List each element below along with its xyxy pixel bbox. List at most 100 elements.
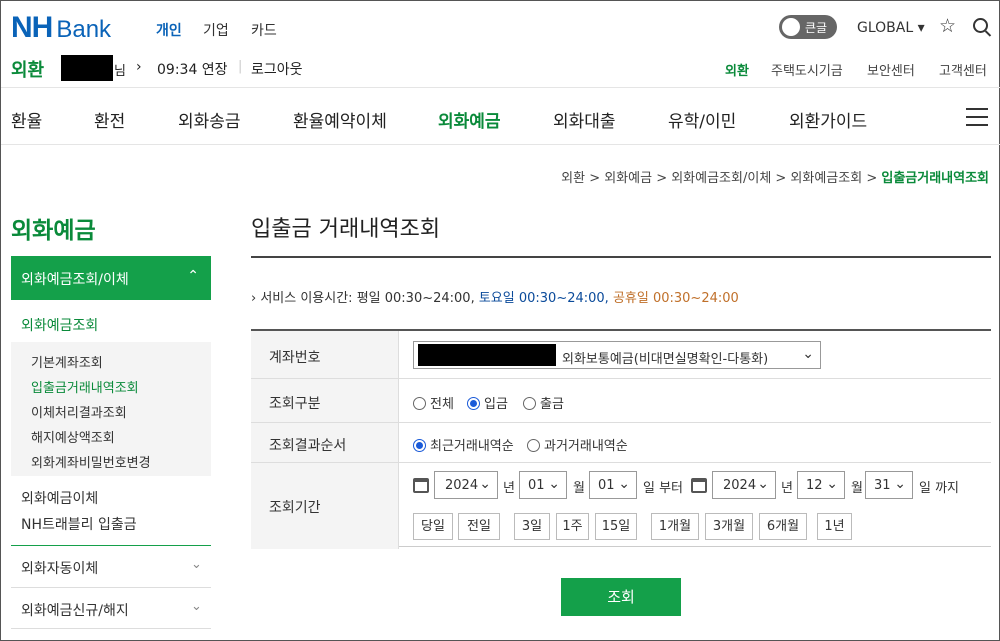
top-nav-business[interactable]: 기업 xyxy=(203,20,229,40)
account-select[interactable]: 외화보통예금(비대면실명확인-다통화) ⌄ xyxy=(413,341,821,369)
end-year-select[interactable]: 2024 ⌄ xyxy=(712,471,776,499)
quick-3months-button[interactable]: 3개월 xyxy=(705,513,753,540)
sidebar-link-fx-transfer[interactable]: 외화예금이체 xyxy=(21,488,98,508)
service-hours-holiday: 공휴일 00:30~24:00 xyxy=(612,291,739,306)
quick-yesterday-button[interactable]: 전일 xyxy=(458,513,500,540)
service-hours-saturday: 토요일 00:30~24:00, xyxy=(478,291,609,306)
nav-currency-exchange[interactable]: 환전 xyxy=(94,107,125,132)
calendar-icon[interactable] xyxy=(413,478,429,493)
period-label: 조회기간 xyxy=(269,500,321,516)
util-link-customer[interactable]: 고객센터 xyxy=(939,60,987,79)
radio-deposit[interactable]: 입금 xyxy=(467,393,508,412)
logout-link[interactable]: 로그아웃 xyxy=(251,59,303,79)
divider xyxy=(11,545,211,546)
form-row-account: 계좌번호 외화보통예금(비대면실명확인-다통화) ⌄ xyxy=(251,331,991,379)
search-icon[interactable] xyxy=(973,18,988,33)
radio-withdrawal[interactable]: 출금 xyxy=(523,393,564,412)
sidebar-sub-fx-inquiry[interactable]: 외화예금조회 xyxy=(21,315,98,335)
toggle-label: 큰글 xyxy=(805,21,828,35)
nav-fx-loan[interactable]: 외화대출 xyxy=(553,107,616,132)
quick-6months-button[interactable]: 6개월 xyxy=(759,513,807,540)
top-nav-personal[interactable]: 개인 xyxy=(156,20,182,40)
quick-today-button[interactable]: 당일 xyxy=(413,513,453,540)
end-day: 31 xyxy=(874,478,891,493)
large-text-toggle[interactable]: 큰글 xyxy=(779,15,837,39)
end-year: 2024 xyxy=(723,478,757,493)
quick-3days-button[interactable]: 3일 xyxy=(514,513,550,540)
user-suffix: 님 xyxy=(114,64,126,79)
quick-1week-button[interactable]: 1주 xyxy=(556,513,589,540)
chevron-right-icon: › xyxy=(136,59,142,75)
top-nav-card[interactable]: 카드 xyxy=(251,20,277,40)
util-link-fx[interactable]: 외환 xyxy=(725,60,749,79)
unit-year: 년 xyxy=(781,481,793,496)
form-label: 조회구분 xyxy=(251,379,399,422)
start-day: 01 xyxy=(598,478,615,493)
util-link-housing-fund[interactable]: 주택도시기금 xyxy=(771,60,843,79)
inquiry-label: 조회구분 xyxy=(269,396,321,412)
form-label: 계좌번호 xyxy=(251,331,399,378)
chevron-down-icon[interactable]: ⌄ xyxy=(191,599,202,614)
breadcrumb: 외환 > 외화예금 > 외화예금조회/이체 > 외화예금조회 > 입출금거래내역… xyxy=(561,167,989,186)
star-icon[interactable]: ☆ xyxy=(939,15,956,37)
session-timer-extend[interactable]: 09:34 연장 xyxy=(157,59,228,79)
quick-1year-button[interactable]: 1년 xyxy=(817,513,852,540)
global-dropdown[interactable]: GLOBAL ▾ xyxy=(857,20,925,36)
sidebar-group-inquiry-transfer[interactable]: 외화예금조회/이체 ⌃ xyxy=(11,256,211,300)
unit-month: 월 xyxy=(573,481,585,496)
end-month-select[interactable]: 12 ⌄ xyxy=(797,471,845,499)
radio-oldest-first[interactable]: 과거거래내역순 xyxy=(527,435,628,454)
quick-1month-button[interactable]: 1개월 xyxy=(651,513,699,540)
section-label: 외환 xyxy=(11,60,45,81)
sidebar-item-password-change[interactable]: 외화계좌비밀번호변경 xyxy=(31,452,151,471)
nav-exchange-rate[interactable]: 환율 xyxy=(11,107,42,132)
start-year-select[interactable]: 2024 ⌄ xyxy=(434,471,498,499)
calendar-icon[interactable] xyxy=(691,478,707,493)
radio-deposit-label: 입금 xyxy=(484,397,508,412)
chevron-down-icon: ⌄ xyxy=(618,476,630,492)
sidebar-title: 외화예금 xyxy=(11,218,96,244)
radio-recent-first-label: 최근거래내역순 xyxy=(430,439,514,454)
service-hours: › 서비스 이용시간: 평일 00:30~24:00, 토요일 00:30~24… xyxy=(251,287,739,306)
sidebar-group-new-terminate[interactable]: 외화예금신규/해지 xyxy=(21,600,129,620)
start-month-select[interactable]: 01 ⌄ xyxy=(519,471,567,499)
quick-15days-button[interactable]: 15일 xyxy=(595,513,637,540)
chevron-down-icon: ⌄ xyxy=(826,476,838,492)
sidebar-group-auto-transfer[interactable]: 외화자동이체 xyxy=(21,558,98,578)
sidebar-item-transfer-result[interactable]: 이체처리결과조회 xyxy=(31,402,127,421)
nav-fx-deposit[interactable]: 외화예금 xyxy=(438,107,501,132)
end-month: 12 xyxy=(806,478,823,493)
radio-withdrawal-label: 출금 xyxy=(540,397,564,412)
chevron-down-icon: ⌄ xyxy=(479,476,491,492)
unit-month: 월 xyxy=(851,481,863,496)
nav-remittance[interactable]: 외화송금 xyxy=(178,107,241,132)
menu-icon[interactable] xyxy=(966,108,988,126)
chevron-down-icon[interactable]: ⌄ xyxy=(191,557,202,572)
chevron-down-icon: ⌄ xyxy=(894,476,906,492)
divider: | xyxy=(238,59,243,74)
chevron-up-icon: ⌃ xyxy=(187,268,199,284)
sidebar-item-termination-estimate[interactable]: 해지예상액조회 xyxy=(31,427,115,446)
start-day-select[interactable]: 01 ⌄ xyxy=(589,471,637,499)
form-label: 조회결과순서 xyxy=(251,423,399,462)
unit-year: 년 xyxy=(503,481,515,496)
sidebar-item-transaction-history[interactable]: 입출금거래내역조회 xyxy=(31,377,139,396)
sidebar-item-basic-account[interactable]: 기본계좌조회 xyxy=(31,352,103,371)
order-label: 조회결과순서 xyxy=(269,438,347,454)
inquiry-form: 계좌번호 외화보통예금(비대면실명확인-다통화) ⌄ 조회구분 전체 입금 출금… xyxy=(251,329,991,549)
page-title: 입출금 거래내역조회 xyxy=(251,217,441,242)
nav-study-immigration[interactable]: 유학/이민 xyxy=(668,107,736,132)
logo-bank: Bank xyxy=(56,16,112,43)
nav-fx-guide[interactable]: 외환가이드 xyxy=(789,107,867,132)
chevron-down-icon: ⌄ xyxy=(802,346,814,362)
radio-recent-first[interactable]: 최근거래내역순 xyxy=(413,435,514,454)
redacted-username xyxy=(61,55,113,81)
toggle-knob xyxy=(782,18,800,36)
nav-rate-reservation[interactable]: 환율예약이체 xyxy=(293,107,387,132)
nh-bank-logo[interactable]: NH Bank xyxy=(11,11,111,45)
radio-all[interactable]: 전체 xyxy=(413,393,454,412)
sidebar-link-travelly[interactable]: NH트래블리 입출금 xyxy=(21,514,137,534)
end-day-select[interactable]: 31 ⌄ xyxy=(865,471,913,499)
util-link-security[interactable]: 보안센터 xyxy=(867,60,915,79)
search-button[interactable]: 조회 xyxy=(561,578,681,616)
